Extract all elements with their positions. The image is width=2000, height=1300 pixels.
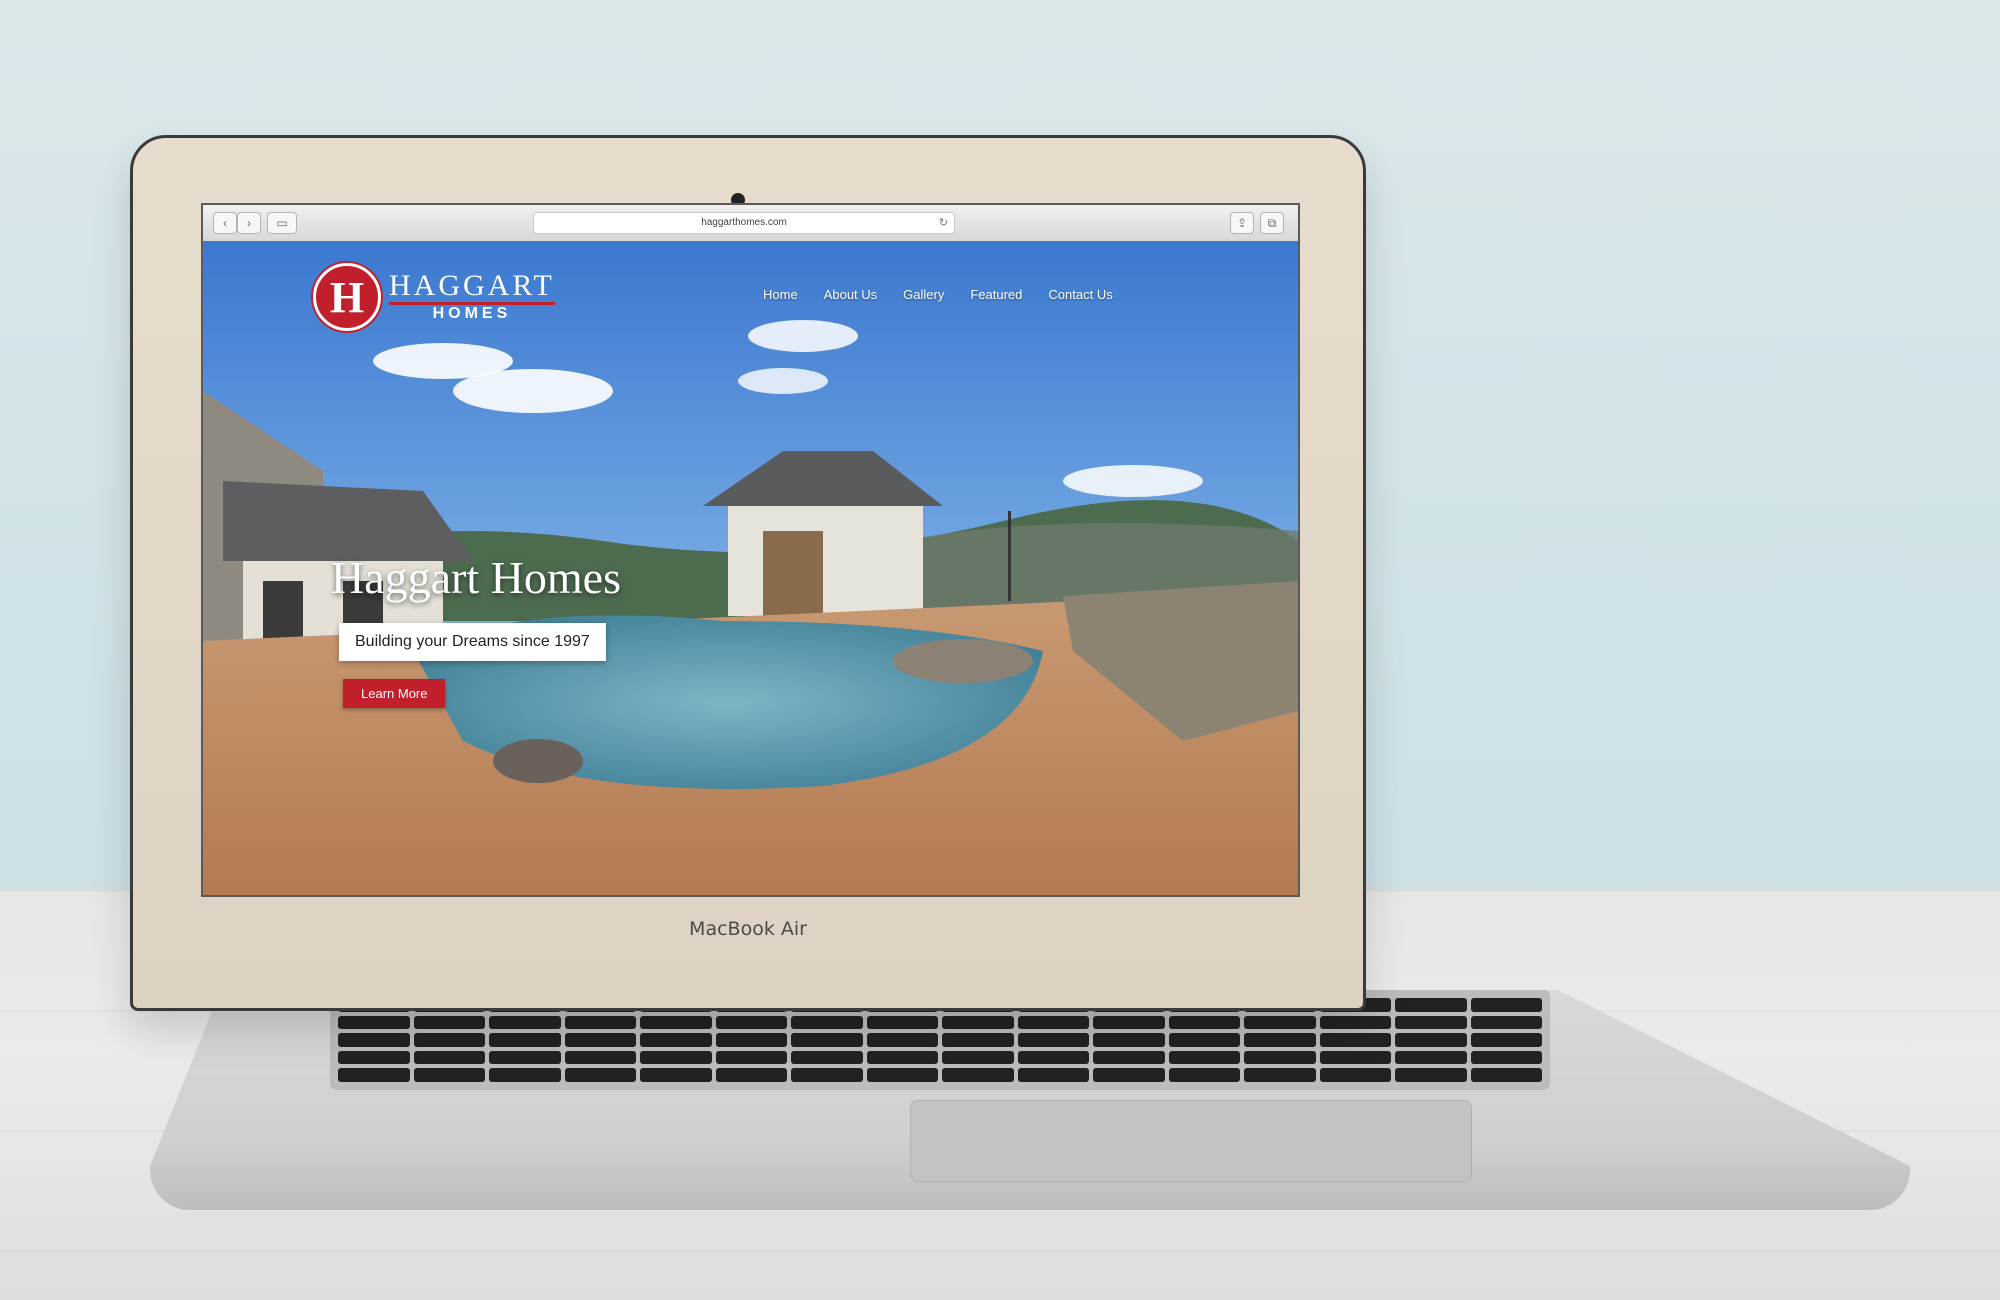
reload-icon[interactable]: ↻ [939, 213, 948, 233]
keyboard-key [1017, 1050, 1089, 1065]
tabs-icon[interactable]: ⧉ [1260, 212, 1284, 234]
keyboard-key [1017, 1015, 1089, 1030]
keyboard-key [564, 1068, 636, 1082]
keyboard-key [1470, 998, 1542, 1012]
keyboard-key [413, 1050, 485, 1065]
nav-featured[interactable]: Featured [970, 287, 1022, 302]
keyboard-key [942, 1050, 1014, 1065]
keyboard-key [640, 1050, 712, 1065]
keyboard-key [1168, 1033, 1240, 1047]
keyboard-key [640, 1033, 712, 1047]
keyboard-key [1319, 1033, 1391, 1047]
keyboard-key [715, 1050, 787, 1065]
logo-line2: HOMES [432, 305, 512, 322]
chevron-left-icon[interactable]: ‹ [213, 212, 237, 234]
logo-line1: HAGGART [389, 271, 555, 305]
keyboard-key [1470, 1033, 1542, 1047]
keyboard-key [1319, 1050, 1391, 1065]
keyboard-key [791, 1050, 863, 1065]
keyboard-key [489, 1033, 561, 1047]
learn-more-button[interactable]: Learn More [343, 679, 446, 708]
keyboard-key [489, 1050, 561, 1065]
browser-toolbar: ‹ › ▭ haggarthomes.com ↻ ⇪ ⧉ [203, 205, 1298, 242]
keyboard-key [791, 1068, 863, 1082]
keyboard-key [1395, 998, 1467, 1012]
keyboard-key [942, 1015, 1014, 1030]
trackpad [910, 1100, 1472, 1182]
main-nav: Home About Us Gallery Featured Contact U… [763, 287, 1113, 302]
keyboard-key [791, 1033, 863, 1047]
keyboard-key [640, 1015, 712, 1030]
keyboard-key [1395, 1068, 1467, 1082]
chevron-right-icon[interactable]: › [237, 212, 261, 234]
keyboard-key [791, 1015, 863, 1030]
address-bar[interactable]: haggarthomes.com ↻ [533, 212, 955, 234]
keyboard-key [1470, 1068, 1542, 1082]
nav-gallery[interactable]: Gallery [903, 287, 944, 302]
keyboard-key [1244, 1068, 1316, 1082]
keyboard-key [413, 1033, 485, 1047]
keyboard-key [564, 1015, 636, 1030]
haggart-homes-logo[interactable]: H HAGGART HOMES [313, 263, 555, 331]
laptop-lid: ‹ › ▭ haggarthomes.com ↻ ⇪ ⧉ H HAGGART H… [130, 135, 1366, 1011]
keyboard-key [338, 1033, 410, 1047]
keyboard-key [1168, 1068, 1240, 1082]
keyboard-key [413, 1068, 485, 1082]
nav-home[interactable]: Home [763, 287, 798, 302]
keyboard-key [1093, 1033, 1165, 1047]
keyboard-key [1470, 1015, 1542, 1030]
keyboard-key [1168, 1015, 1240, 1030]
keyboard-key [338, 1015, 410, 1030]
logo-monogram-letter: H [329, 272, 365, 322]
keyboard-key [1017, 1033, 1089, 1047]
keyboard-key [866, 1033, 938, 1047]
keyboard-key [1093, 1015, 1165, 1030]
keyboard-key [338, 1050, 410, 1065]
model-label: MacBook Air [689, 918, 807, 940]
keyboard-key [1168, 1050, 1240, 1065]
keyboard-key [1395, 1033, 1467, 1047]
keyboard-key [715, 1015, 787, 1030]
keyboard-key [1319, 1068, 1391, 1082]
keyboard-key [715, 1033, 787, 1047]
keyboard-key [338, 1068, 410, 1082]
nav-about-us[interactable]: About Us [824, 287, 877, 302]
sidebar-icon[interactable]: ▭ [267, 212, 297, 234]
keyboard-key [1244, 1033, 1316, 1047]
keyboard-key [866, 1050, 938, 1065]
screen: ‹ › ▭ haggarthomes.com ↻ ⇪ ⧉ H HAGGART H… [201, 203, 1300, 897]
logo-monogram: H [313, 263, 381, 331]
hero-subtitle: Building your Dreams since 1997 [339, 623, 606, 661]
keyboard-key [1395, 1015, 1467, 1030]
url-text: haggarthomes.com [701, 217, 787, 228]
keyboard-key [942, 1033, 1014, 1047]
keyboard-key [1395, 1050, 1467, 1065]
keyboard-key [1319, 1015, 1391, 1030]
nav-contact-us[interactable]: Contact Us [1048, 287, 1112, 302]
logo-wordmark: HAGGART HOMES [389, 271, 555, 323]
keyboard-key [1244, 1050, 1316, 1065]
keyboard-key [564, 1050, 636, 1065]
keyboard-key [866, 1068, 938, 1082]
keyboard-key [1244, 1015, 1316, 1030]
keyboard-key [640, 1068, 712, 1082]
keyboard-key [715, 1068, 787, 1082]
keyboard-key [489, 1068, 561, 1082]
hero-title: Haggart Homes [331, 552, 621, 603]
keyboard-key [866, 1015, 938, 1030]
keyboard-key [942, 1068, 1014, 1082]
keyboard-key [564, 1033, 636, 1047]
share-icon[interactable]: ⇪ [1230, 212, 1254, 234]
website-page: H HAGGART HOMES Home About Us Gallery Fe… [203, 241, 1298, 895]
keyboard-key [489, 1015, 561, 1030]
keyboard-key [1470, 1050, 1542, 1065]
keyboard-key [413, 1015, 485, 1030]
keyboard-key [1093, 1068, 1165, 1082]
keyboard-key [1017, 1068, 1089, 1082]
keyboard-key [1093, 1050, 1165, 1065]
